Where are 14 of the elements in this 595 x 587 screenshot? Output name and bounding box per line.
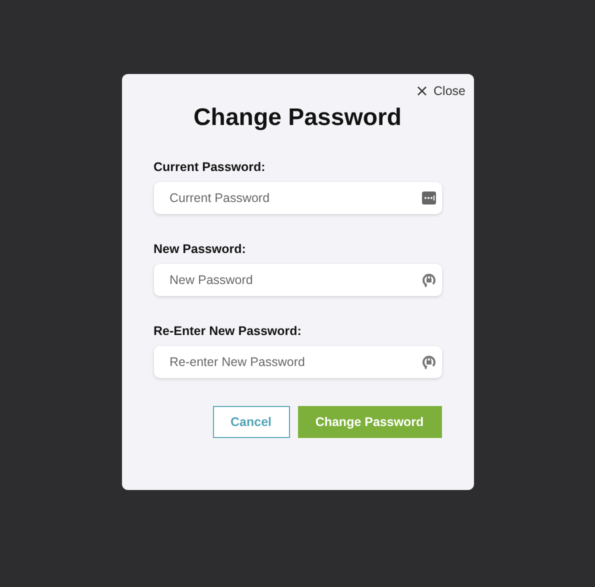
password-dots-icon [422, 192, 436, 204]
field-label: New Password: [154, 242, 247, 256]
close-icon [416, 86, 427, 96]
password-field[interactable]: Re-enter New Password [154, 346, 442, 378]
password-field[interactable]: Current Password [154, 182, 442, 214]
close-button[interactable]: Close [416, 82, 466, 100]
field-label: Re-Enter New Password: [154, 324, 302, 338]
change-password-button[interactable]: Change Password [298, 406, 442, 438]
lock-refresh-icon [422, 354, 436, 370]
cancel-button[interactable]: Cancel [212, 406, 290, 438]
password-field[interactable]: New Password [154, 264, 442, 296]
lock-refresh-icon [422, 272, 436, 288]
field-label: Current Password: [154, 160, 266, 174]
dialog-title: Change Password [192, 104, 403, 132]
